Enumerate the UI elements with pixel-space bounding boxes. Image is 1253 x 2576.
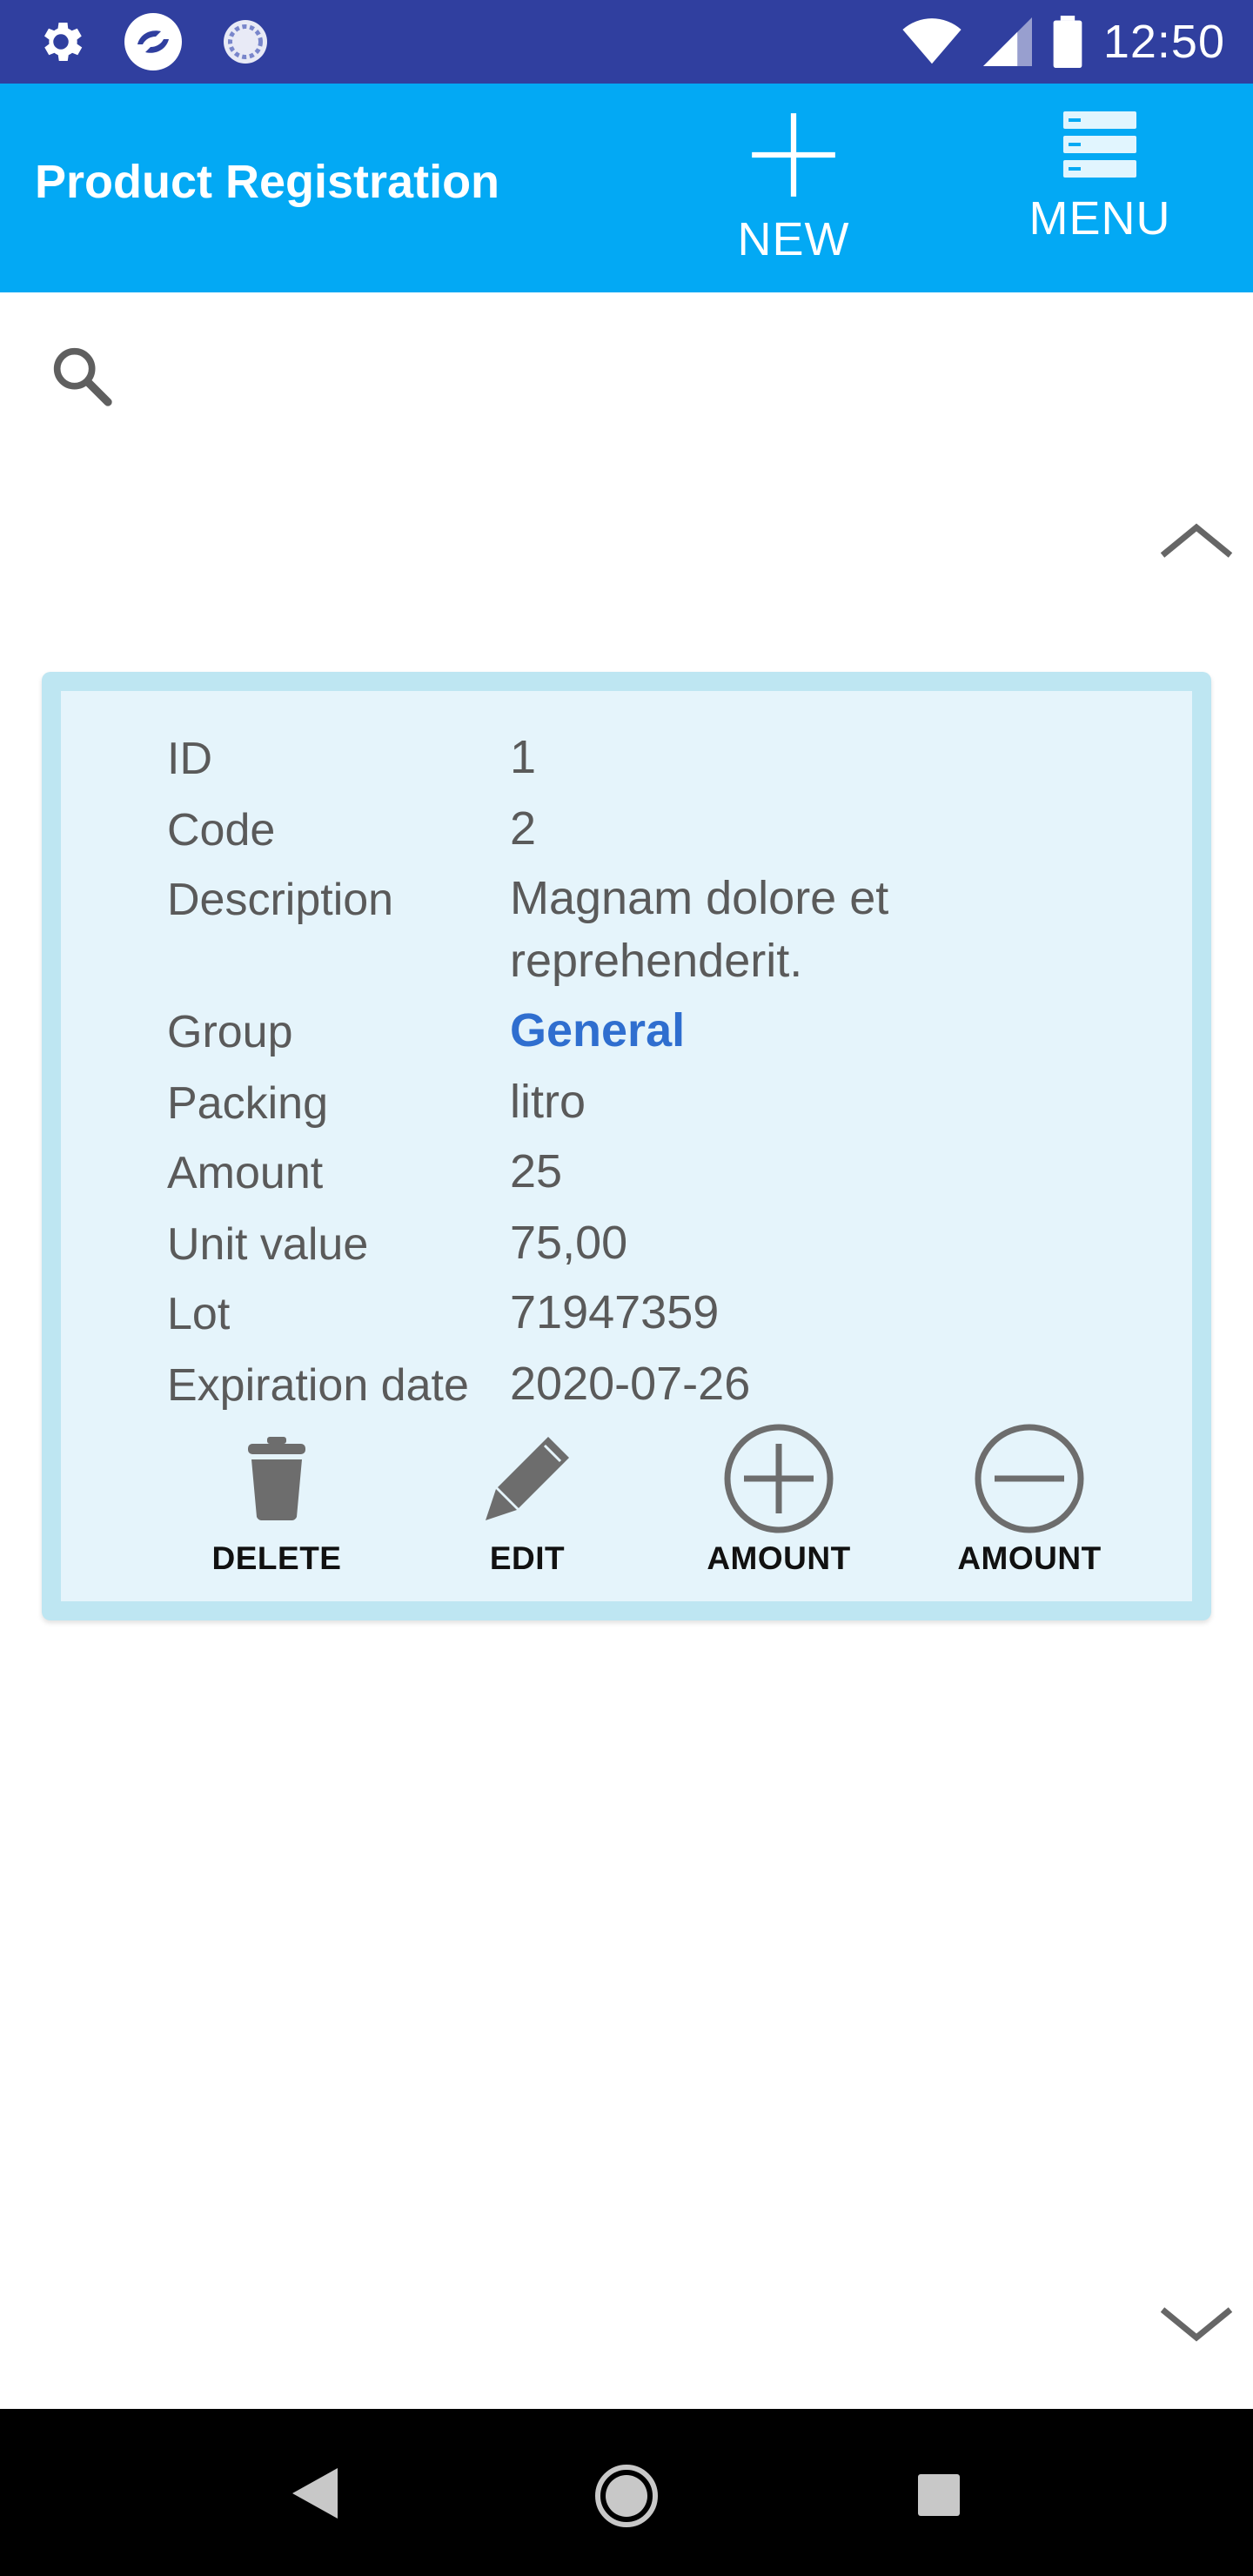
amount-increase-button[interactable]: AMOUNT bbox=[674, 1422, 883, 1587]
field-value: 25 bbox=[510, 1145, 563, 1197]
field-value: 75,00 bbox=[510, 1217, 628, 1269]
field-label: Lot bbox=[167, 1289, 231, 1339]
page-title: Product Registration bbox=[35, 156, 500, 208]
product-card: ID 1 Code 2 Description Magnam dolore et… bbox=[42, 672, 1211, 1620]
group-link[interactable]: General bbox=[510, 999, 1136, 1062]
app-bar: Product Registration NEW MENU bbox=[0, 84, 1253, 292]
field-label: Group bbox=[167, 1007, 293, 1057]
chevron-up-icon bbox=[1160, 523, 1233, 558]
app-icon bbox=[124, 13, 182, 70]
minus-circle-icon bbox=[975, 1424, 1084, 1533]
search-button[interactable] bbox=[47, 341, 117, 411]
product-actions: DELETE EDIT AMOUNT AMOUNT bbox=[61, 1422, 1192, 1587]
back-icon[interactable] bbox=[291, 2466, 339, 2520]
battery-icon bbox=[1053, 16, 1082, 68]
field-label: Code bbox=[167, 805, 276, 855]
amount-increase-label: AMOUNT bbox=[707, 1540, 851, 1576]
status-bar: 12:50 bbox=[0, 0, 1253, 84]
expand-button[interactable] bbox=[1157, 2303, 1236, 2346]
field-value: 1 bbox=[510, 731, 537, 783]
field-value: 2 bbox=[510, 802, 537, 855]
recents-icon[interactable] bbox=[917, 2473, 961, 2517]
field-label: ID bbox=[167, 734, 212, 784]
menu-button[interactable]: MENU bbox=[1013, 110, 1187, 275]
field-label: Packing bbox=[167, 1078, 328, 1129]
field-label: Description bbox=[167, 875, 394, 925]
field-value-line1: Magnam dolore et bbox=[510, 872, 889, 924]
plus-circle-icon bbox=[724, 1424, 834, 1533]
field-label: Unit value bbox=[167, 1219, 369, 1270]
new-button[interactable]: NEW bbox=[707, 110, 881, 275]
amount-decrease-button[interactable]: AMOUNT bbox=[925, 1422, 1134, 1587]
status-left-icons bbox=[35, 12, 271, 71]
field-value: litro bbox=[510, 1076, 586, 1128]
plus-icon bbox=[752, 113, 835, 197]
gear-icon bbox=[44, 23, 83, 61]
trash-icon bbox=[248, 1437, 305, 1520]
field-label: Amount bbox=[167, 1148, 324, 1198]
field-label: Expiration date bbox=[167, 1360, 469, 1411]
menu-list-icon bbox=[1063, 111, 1136, 178]
status-time: 12:50 bbox=[1102, 16, 1225, 68]
search-icon bbox=[53, 347, 112, 406]
sync-icon bbox=[224, 20, 267, 64]
wifi-icon bbox=[902, 18, 962, 64]
home-icon[interactable] bbox=[592, 2461, 661, 2531]
delete-button[interactable]: DELETE bbox=[172, 1422, 381, 1587]
system-nav-bar bbox=[0, 2409, 1253, 2576]
menu-button-label: MENU bbox=[1029, 192, 1171, 245]
pencil-icon bbox=[486, 1437, 569, 1520]
collapse-button[interactable] bbox=[1157, 519, 1236, 562]
delete-button-label: DELETE bbox=[211, 1540, 342, 1576]
amount-decrease-label: AMOUNT bbox=[957, 1540, 1102, 1576]
product-card-body: ID 1 Code 2 Description Magnam dolore et… bbox=[61, 691, 1192, 1601]
signal-icon bbox=[982, 17, 1032, 66]
new-button-label: NEW bbox=[737, 213, 850, 265]
field-value: 71947359 bbox=[510, 1286, 720, 1338]
field-value-line2: reprehenderit. bbox=[510, 935, 803, 987]
status-right-icons: 12:50 bbox=[901, 12, 1225, 71]
chevron-down-icon bbox=[1160, 2307, 1233, 2342]
field-value: 2020-07-26 bbox=[510, 1358, 751, 1410]
edit-button-label: EDIT bbox=[489, 1540, 566, 1576]
edit-button[interactable]: EDIT bbox=[423, 1422, 632, 1587]
